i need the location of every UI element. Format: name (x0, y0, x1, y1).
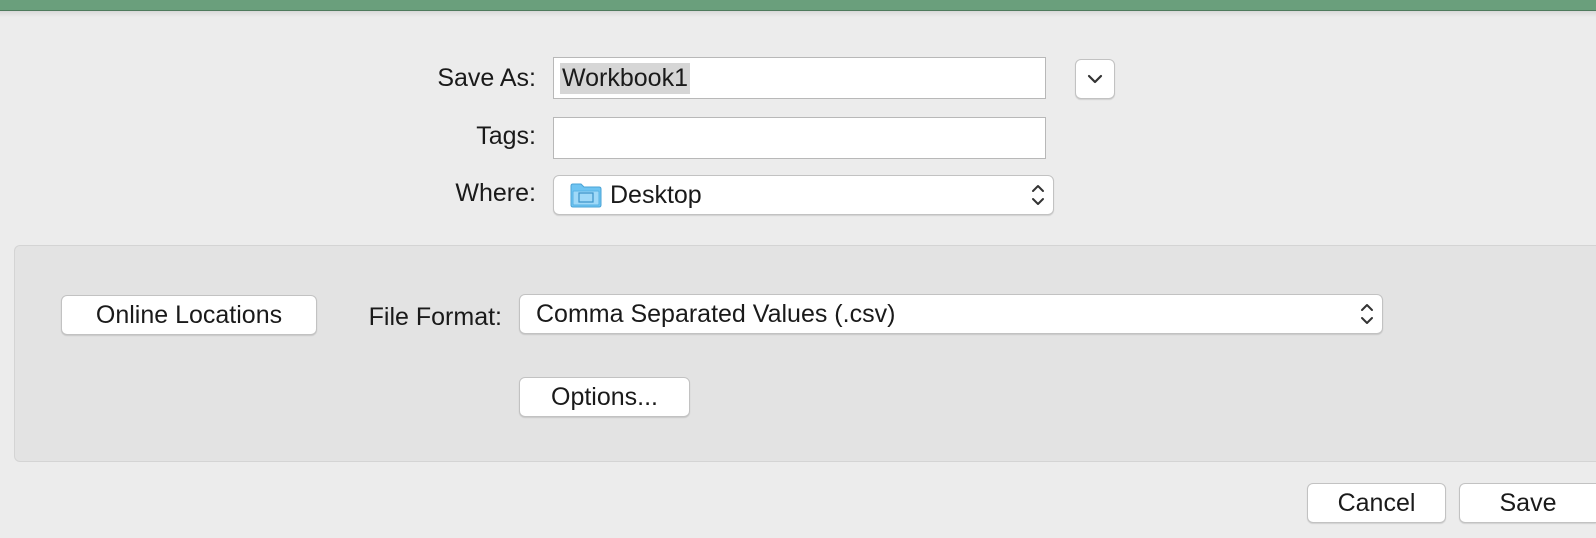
where-label: Where: (455, 179, 536, 207)
save-dialog: Save As: Workbook1 Tags: Where: Desktop … (0, 0, 1596, 538)
folder-icon (570, 183, 602, 208)
tags-label: Tags: (476, 122, 536, 150)
where-popup[interactable]: Desktop (553, 175, 1054, 215)
save-button[interactable]: Save (1459, 483, 1596, 523)
save-as-value: Workbook1 (560, 62, 690, 94)
chevron-down-icon (1087, 74, 1103, 84)
file-format-popup[interactable]: Comma Separated Values (.csv) (519, 294, 1383, 334)
expand-dialog-button[interactable] (1075, 59, 1115, 99)
file-format-label: File Format: (368, 303, 502, 331)
options-button[interactable]: Options... (519, 377, 690, 417)
save-as-label: Save As: (437, 64, 536, 92)
up-down-arrows-icon (1361, 304, 1373, 324)
options-panel (14, 245, 1596, 462)
cancel-button[interactable]: Cancel (1307, 483, 1446, 523)
online-locations-button[interactable]: Online Locations (61, 295, 317, 335)
up-down-arrows-icon (1032, 185, 1044, 205)
where-value: Desktop (610, 180, 702, 209)
file-format-value: Comma Separated Values (.csv) (536, 299, 896, 328)
save-as-field[interactable]: Workbook1 (553, 57, 1046, 99)
tags-field[interactable] (553, 117, 1046, 159)
